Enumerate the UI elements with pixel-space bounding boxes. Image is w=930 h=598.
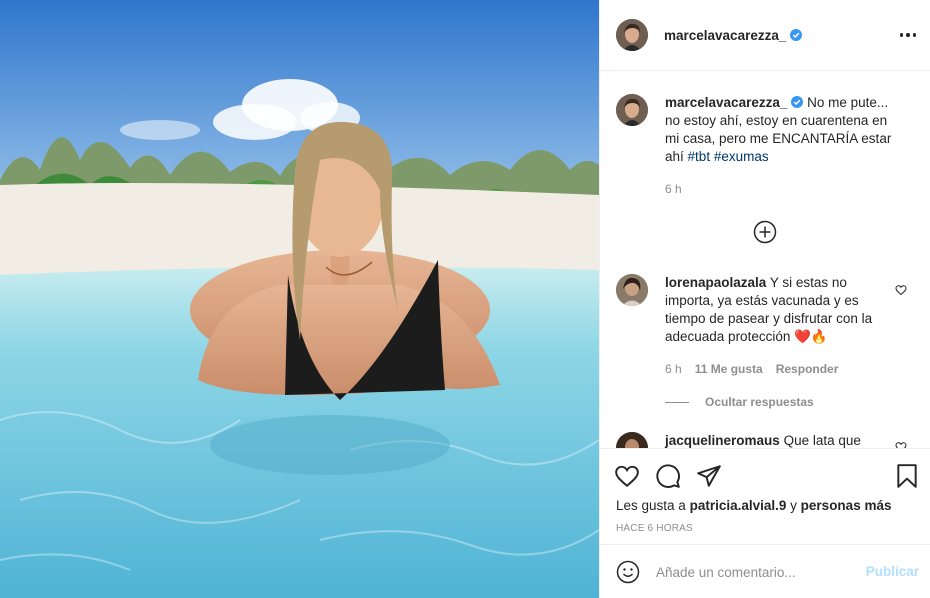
reply-button[interactable]: Responder bbox=[776, 362, 839, 376]
avatar-image bbox=[616, 274, 648, 306]
commenter-username[interactable]: jacquelineromaus bbox=[665, 433, 780, 448]
post-side-panel: marcelavacarezza_ marcelavacarezza_ No m… bbox=[599, 0, 930, 598]
caption-time: 6 h bbox=[665, 182, 682, 196]
author-username-text[interactable]: marcelavacarezza_ bbox=[664, 28, 786, 43]
post-caption: marcelavacarezza_ No me pute... no estoy… bbox=[616, 94, 916, 166]
publish-button[interactable]: Publicar bbox=[866, 564, 919, 579]
more-options-icon[interactable] bbox=[897, 26, 919, 44]
author-username[interactable]: marcelavacarezza_ bbox=[664, 28, 803, 43]
caption-author-avatar[interactable] bbox=[616, 94, 648, 126]
beach-photo-illustration bbox=[0, 0, 599, 598]
caption-text: marcelavacarezza_ No me pute... no estoy… bbox=[665, 94, 905, 166]
hashtag-exumas[interactable]: #exumas bbox=[714, 149, 769, 164]
post-dialog: marcelavacarezza_ marcelavacarezza_ No m… bbox=[0, 0, 930, 598]
save-icon[interactable] bbox=[894, 463, 920, 489]
comment-likes[interactable]: 11 Me gusta bbox=[695, 362, 763, 376]
comment-text: lorenapaolazala Y si estas no importa, y… bbox=[665, 274, 875, 346]
commenter-avatar[interactable] bbox=[616, 432, 648, 448]
emoji-icon[interactable] bbox=[616, 560, 640, 584]
verified-badge-icon bbox=[791, 96, 804, 108]
comment-composer: Publicar bbox=[600, 544, 930, 598]
avatar-image bbox=[616, 94, 648, 126]
comment-input[interactable] bbox=[656, 562, 856, 582]
load-more-icon[interactable] bbox=[753, 220, 777, 244]
hide-replies-line bbox=[665, 401, 689, 403]
commenter-username[interactable]: lorenapaolazala bbox=[665, 275, 766, 290]
post-timestamp[interactable]: HACE 6 HORAS bbox=[616, 523, 693, 534]
heart-icon[interactable] bbox=[614, 463, 640, 489]
avatar-image bbox=[616, 432, 648, 448]
share-icon[interactable] bbox=[696, 463, 722, 489]
verified-badge-icon bbox=[790, 28, 803, 41]
author-avatar[interactable] bbox=[616, 19, 648, 51]
comment-like-heart-icon[interactable] bbox=[895, 284, 907, 296]
comment-text: jacquelineromaus Que lata que bbox=[665, 432, 875, 448]
likes-others[interactable]: personas más bbox=[801, 498, 892, 513]
likes-user[interactable]: patricia.alvial.9 bbox=[690, 498, 787, 513]
comment-emojis: ❤️🔥 bbox=[794, 329, 828, 344]
comment-icon[interactable] bbox=[655, 463, 681, 489]
comment-meta: 6 h 11 Me gusta Responder bbox=[665, 362, 838, 376]
avatar-image bbox=[616, 19, 648, 51]
post-photo[interactable] bbox=[0, 0, 599, 598]
comment-body: Que lata que bbox=[783, 433, 861, 448]
comment-time: 6 h bbox=[665, 362, 682, 376]
commenter-avatar[interactable] bbox=[616, 274, 648, 306]
hide-replies-button[interactable]: Ocultar respuestas bbox=[665, 395, 814, 409]
likes-prefix: Les gusta a bbox=[616, 498, 686, 513]
comment-item: jacquelineromaus Que lata que bbox=[616, 432, 916, 448]
comment-item: lorenapaolazala Y si estas no importa, y… bbox=[616, 274, 916, 346]
comment-like-heart-icon[interactable] bbox=[895, 441, 907, 448]
post-header: marcelavacarezza_ bbox=[600, 0, 930, 71]
post-actions: Les gusta a patricia.alvial.9 y personas… bbox=[600, 448, 930, 544]
likes-summary: Les gusta a patricia.alvial.9 y personas… bbox=[616, 498, 891, 513]
caption-username[interactable]: marcelavacarezza_ bbox=[665, 95, 787, 110]
hashtag-tbt[interactable]: #tbt bbox=[688, 149, 711, 164]
comments-list[interactable]: marcelavacarezza_ No me pute... no estoy… bbox=[600, 72, 930, 448]
hide-replies-label[interactable]: Ocultar respuestas bbox=[705, 395, 814, 409]
likes-connector: y bbox=[790, 498, 797, 513]
